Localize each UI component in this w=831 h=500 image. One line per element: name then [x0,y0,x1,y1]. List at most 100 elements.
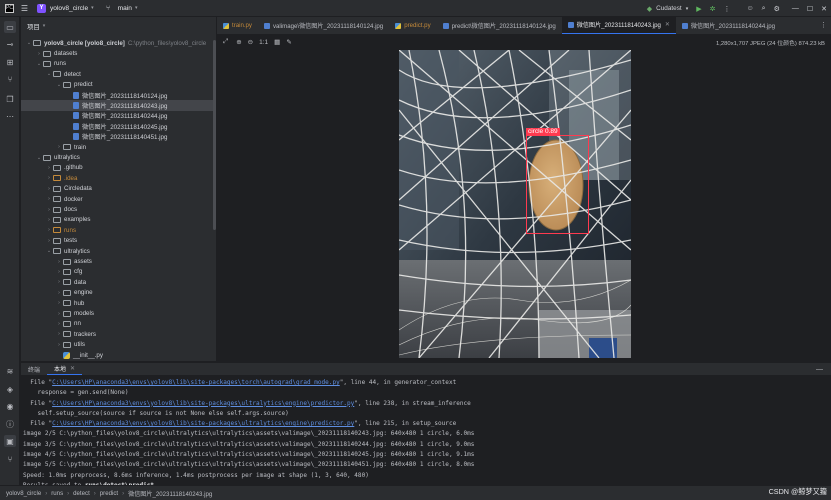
problems-icon[interactable]: ⓘ [4,418,16,430]
grid-icon[interactable]: ▦ [274,38,280,46]
tree-item[interactable]: ⌄ ultralytics [21,152,216,162]
main-menu-icon[interactable]: ☰ [19,3,30,14]
zoom-out-icon[interactable]: ⊖ [248,38,253,46]
vcs-tool-icon[interactable]: ⑂ [4,73,16,85]
tree-item[interactable]: › Circledata [21,184,216,194]
chevron-right-icon[interactable]: › [55,311,63,317]
close-tab-icon[interactable]: ✕ [665,21,670,28]
chevron-right-icon[interactable]: › [55,144,63,150]
chevron-right-icon[interactable]: › [55,279,63,285]
run-icon[interactable]: ▶ [696,5,701,13]
chevron-down-icon[interactable]: ⌄ [35,155,43,161]
chevron-right-icon[interactable]: › [45,165,53,171]
chevron-right-icon[interactable]: › [55,290,63,296]
breadcrumb-item[interactable]: 微信图片_20231118140243.jpg [128,489,212,498]
terminal-output[interactable]: File "C:\Users\HP\anaconda3\envs\yolov8\… [21,375,831,489]
tree-item[interactable]: › .github [21,163,216,173]
editor-tab[interactable]: predict.py [389,17,436,34]
maximize-icon[interactable]: ☐ [807,5,813,13]
chevron-down-icon[interactable]: ⌄ [35,61,43,67]
editor-tab[interactable]: 微信图片_20231118140244.jpg [676,17,781,34]
minimize-icon[interactable]: — [792,5,799,12]
tree-item[interactable]: ⌄ yolov8_circle [yolo8_circle] C:\python_f… [21,38,216,48]
tree-item[interactable]: 微信图片_20231118140244.jpg [21,111,216,121]
tree-item[interactable]: › cfg [21,267,216,277]
chevron-right-icon[interactable]: › [45,217,53,223]
tree-item[interactable]: › .idea [21,173,216,183]
close-tab-icon[interactable]: ✕ [70,365,75,372]
debug-icon[interactable]: ✲ [710,5,716,13]
git-tool-icon[interactable]: ⑂ [4,453,16,465]
chevron-down-icon[interactable]: ⌄ [45,71,53,77]
editor-tab[interactable]: valimage\微信图片_20231118140124.jpg [258,17,389,34]
settings-icon[interactable]: ⚙ [774,5,780,13]
tree-item[interactable]: › nn [21,319,216,329]
tree-item[interactable]: › tests [21,236,216,246]
more-icon[interactable]: ⋮ [723,5,730,13]
terminal-file-link[interactable]: C:\Users\HP\anaconda3\envs\yolov8\lib\si… [52,420,354,427]
tree-item[interactable]: › engine [21,288,216,298]
color-picker-icon[interactable]: ✎ [286,38,291,46]
chevron-down-icon[interactable]: ▾ [91,5,94,11]
project-scrollbar[interactable] [213,40,216,230]
terminal-file-link[interactable]: C:\Users\HP\anaconda3\envs\yolov8\lib\si… [52,400,354,407]
tree-item[interactable]: ⌄ runs [21,59,216,69]
actual-size-button[interactable]: 1:1 [259,39,268,46]
zoom-in-icon[interactable]: ⊕ [236,38,241,46]
terminal-tab[interactable]: 本地 ✕ [47,363,83,376]
chevron-right-icon[interactable]: › [45,227,53,233]
bookmarks-tool-icon[interactable]: ❒ [4,93,16,105]
editor-tab[interactable]: train.py [217,17,258,34]
chevron-right-icon[interactable]: › [55,342,63,348]
tree-item[interactable]: › data [21,277,216,287]
tree-item[interactable]: 微信图片_20231118140124.jpg [21,90,216,100]
project-tool-icon[interactable]: ▭ [4,21,16,33]
structure-tool-icon[interactable]: ⊞ [4,56,16,68]
chevron-right-icon[interactable]: › [45,186,53,192]
tree-item[interactable]: ⌄ ultralytics [21,246,216,256]
tree-item[interactable]: › assets [21,256,216,266]
fit-window-icon[interactable]: ⤢ [223,38,228,46]
account-icon[interactable]: ☺ [746,5,753,12]
close-icon[interactable]: ✕ [821,5,827,13]
chevron-right-icon[interactable]: › [55,321,63,327]
editor-tab[interactable]: 微信图片_20231118140243.jpg ✕ [561,17,676,34]
chevron-down-icon[interactable]: ▾ [686,6,689,12]
terminal-tab[interactable]: 终端 [21,363,47,376]
tree-item[interactable]: › hub [21,298,216,308]
breadcrumb-item[interactable]: detect [73,490,90,497]
hide-panel-icon[interactable]: — [816,366,823,373]
tree-item[interactable]: › trackers [21,329,216,339]
chevron-down-icon[interactable]: ▾ [135,5,138,11]
tree-item[interactable]: 微信图片_20231118140451.jpg [21,132,216,142]
python-console-icon[interactable]: ◈ [4,383,16,395]
chevron-right-icon[interactable]: › [45,175,53,181]
editor-tab[interactable]: predict\微信图片_20231118140124.jpg [437,17,562,34]
search-icon[interactable]: ⌕ [762,5,766,13]
python-packages-icon[interactable]: ≋ [4,365,16,377]
tree-item[interactable]: › docker [21,194,216,204]
chevron-down-icon[interactable]: ⌄ [45,248,53,254]
tree-item[interactable]: › docs [21,204,216,214]
chevron-down-icon[interactable]: ⌄ [25,40,33,46]
terminal-tool-icon[interactable]: ▣ [4,435,16,447]
chevron-right-icon[interactable]: › [45,238,53,244]
chevron-right-icon[interactable]: › [45,196,53,202]
tree-item[interactable]: 微信图片_20231118140243.jpg [21,100,216,111]
chevron-down-icon[interactable]: ⌄ [55,82,63,88]
chevron-right-icon[interactable]: › [55,269,63,275]
chevron-right-icon[interactable]: › [55,259,63,265]
breadcrumb-item[interactable]: predict [100,490,118,497]
tree-item[interactable]: › runs [21,225,216,235]
tree-item[interactable]: ⌄ detect [21,69,216,79]
breadcrumb-item[interactable]: runs [51,490,63,497]
tree-item[interactable]: › models [21,308,216,318]
tree-item[interactable]: › train [21,142,216,152]
project-name[interactable]: yolov8_circle [50,5,88,12]
tab-more-icon[interactable]: ⋮ [820,21,827,29]
chevron-right-icon[interactable]: › [55,331,63,337]
more-tools-icon[interactable]: ⋯ [4,110,16,122]
tree-item[interactable]: 微信图片_20231118140245.jpg [21,121,216,131]
tree-item[interactable]: › datasets [21,48,216,58]
terminal-file-link[interactable]: C:\Users\HP\anaconda3\envs\yolov8\lib\si… [52,379,340,386]
